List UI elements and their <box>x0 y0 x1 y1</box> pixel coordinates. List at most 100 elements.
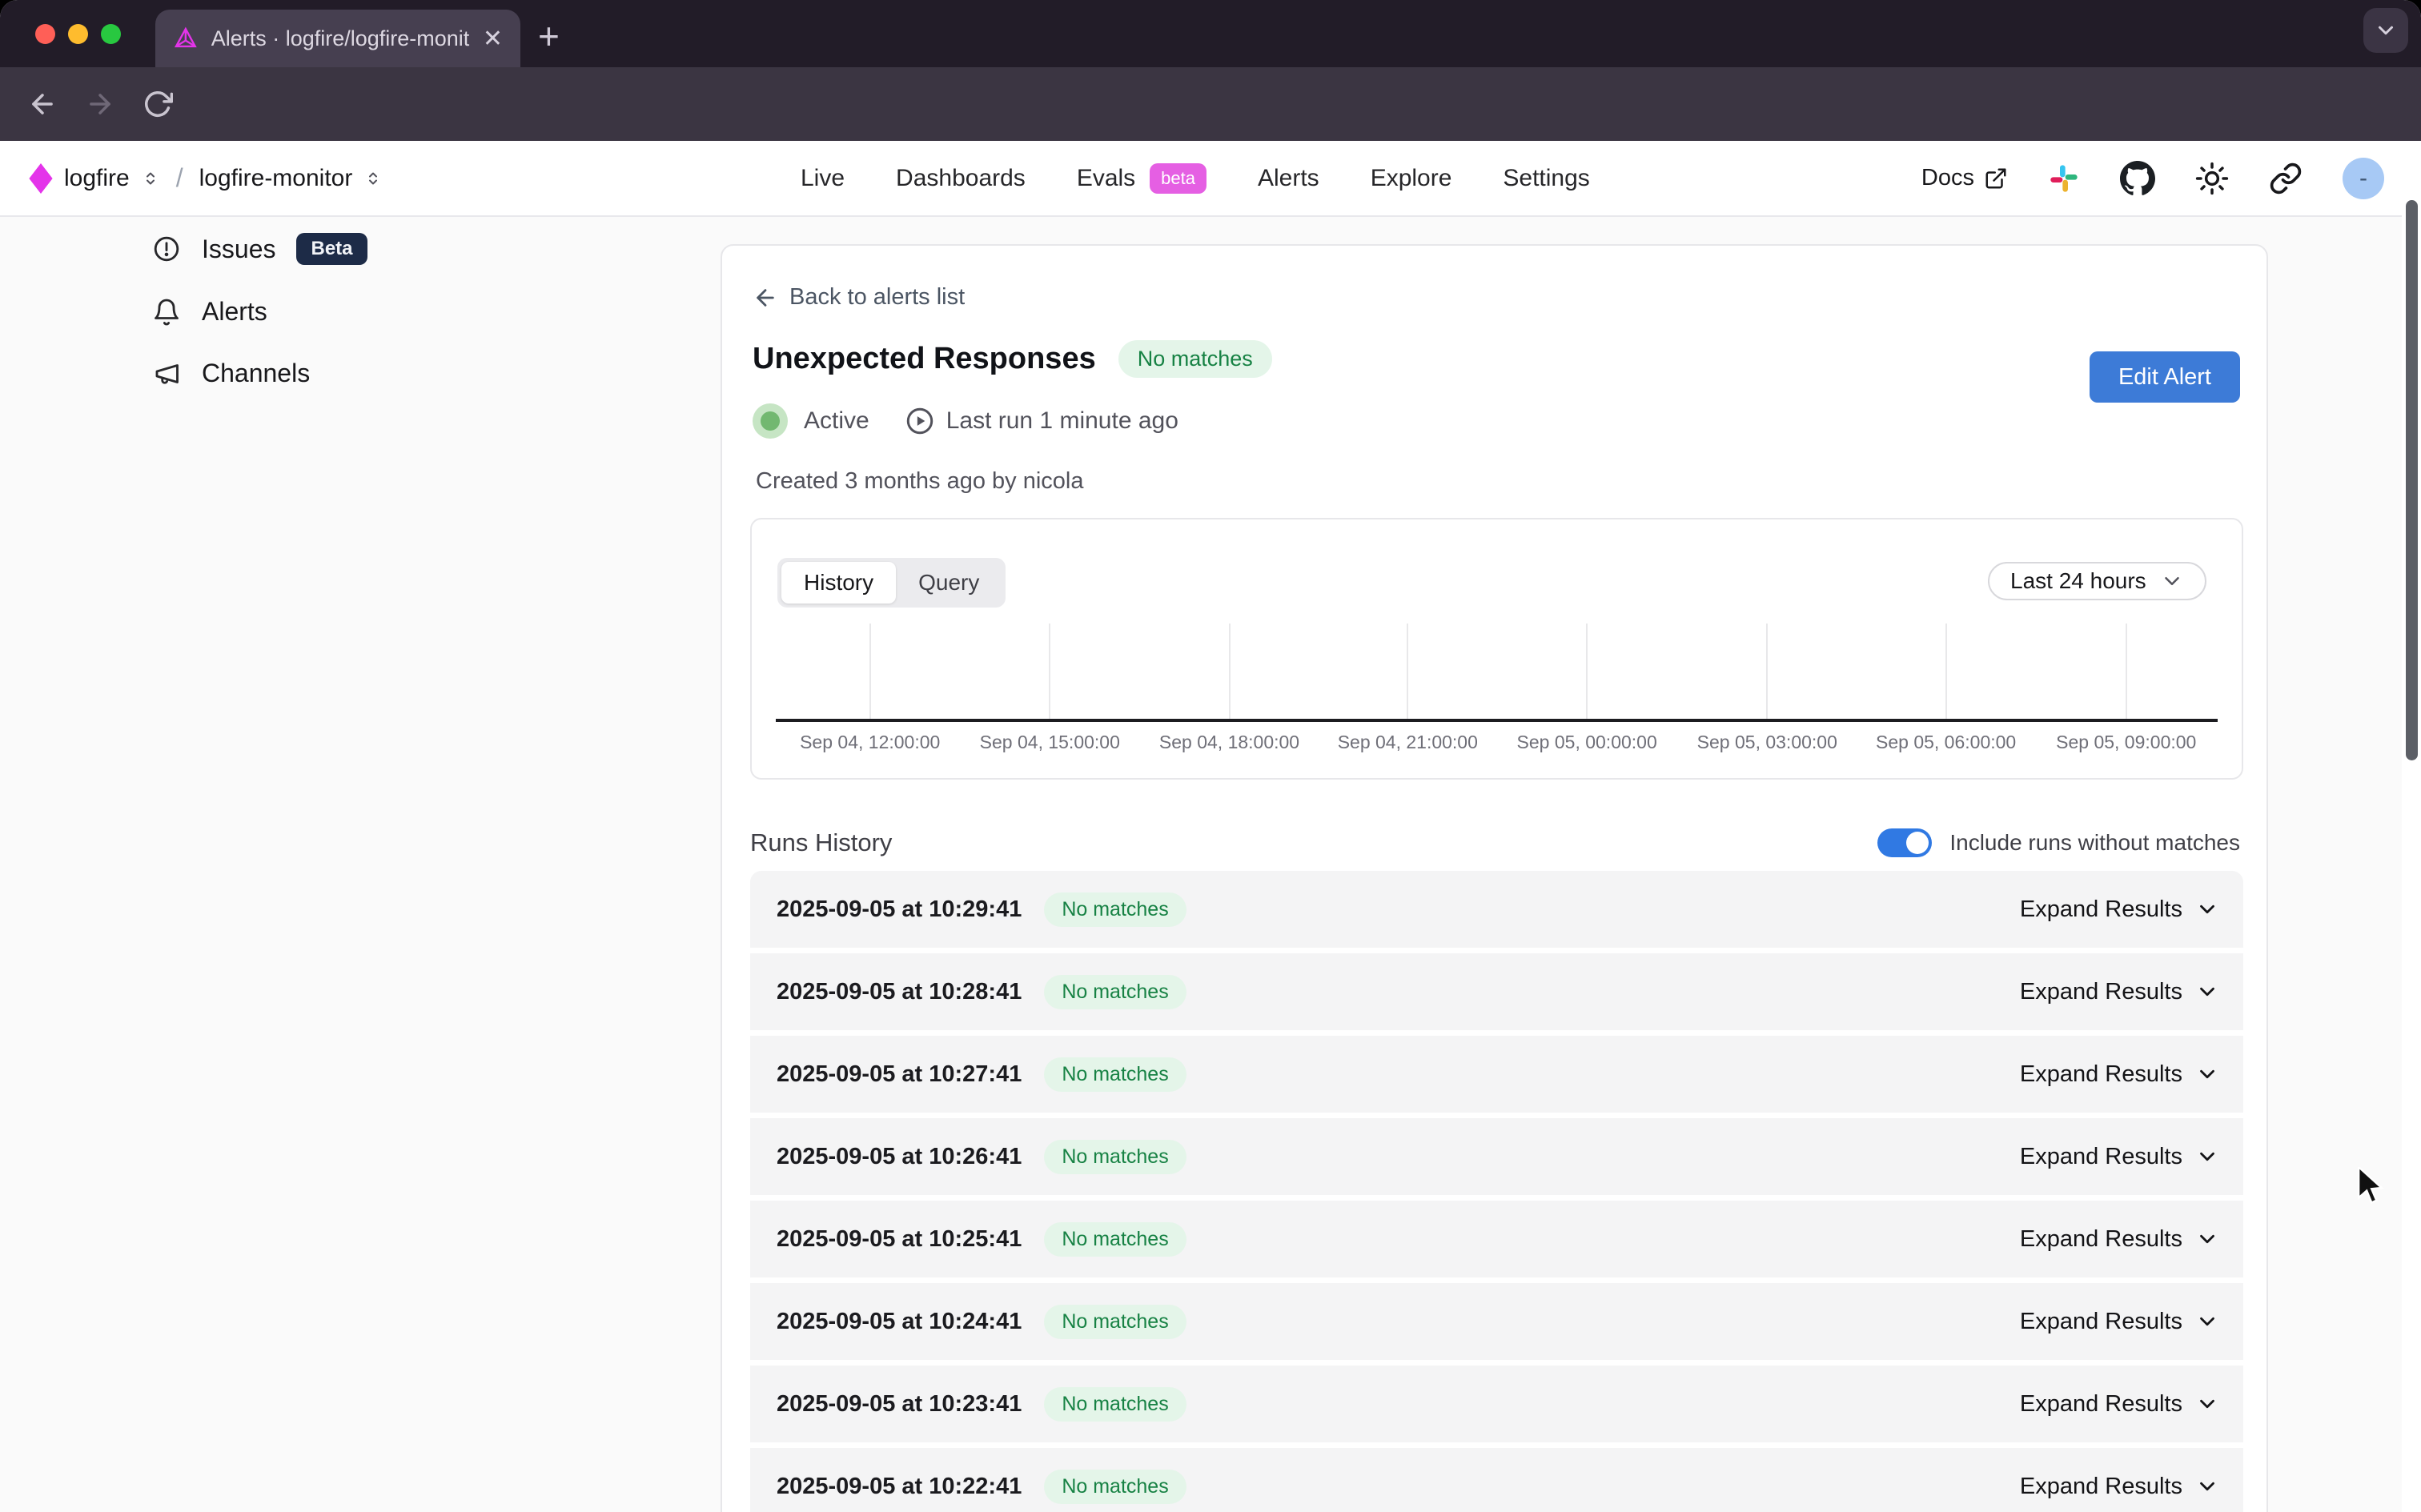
app-navbar: logfire / logfire-monitor Live Dashboard… <box>0 141 2421 217</box>
expand-results-button[interactable]: Expand Results <box>2020 1061 2219 1088</box>
arrow-left-icon <box>753 285 778 311</box>
chart-gridline <box>1586 624 1588 719</box>
run-no-matches-badge: No matches <box>1044 892 1186 927</box>
close-window-button[interactable] <box>35 24 55 44</box>
created-by-label: Created 3 months ago by nicola <box>756 468 1083 495</box>
chevron-down-icon <box>2160 569 2184 593</box>
run-no-matches-badge: No matches <box>1044 1222 1186 1257</box>
slack-icon[interactable] <box>2048 162 2080 195</box>
sidebar-item-label: Channels <box>202 359 310 388</box>
edit-alert-button[interactable]: Edit Alert <box>2090 351 2240 403</box>
play-circle-icon <box>905 406 935 436</box>
chart-tick-label: Sep 04, 15:00:00 <box>980 732 1120 753</box>
chart-tick-label: Sep 04, 21:00:00 <box>1338 732 1478 753</box>
last-run-label: Last run 1 minute ago <box>946 407 1178 435</box>
sidebar-item-alerts[interactable]: Alerts <box>0 281 721 343</box>
sidebar-item-channels[interactable]: Channels <box>0 343 721 404</box>
time-range-select[interactable]: Last 24 hours <box>1988 562 2206 600</box>
expand-results-button[interactable]: Expand Results <box>2020 979 2219 1005</box>
user-avatar[interactable]: - <box>2343 158 2384 199</box>
browser-window: Alerts · logfire/logfire-monitor ✕ + log… <box>0 0 2421 1512</box>
back-icon[interactable] <box>27 89 58 119</box>
chart-tick: Sep 05, 00:00:00 <box>1586 624 1588 719</box>
run-no-matches-badge: No matches <box>1044 1387 1186 1422</box>
back-to-alerts-link[interactable]: Back to alerts list <box>753 284 965 311</box>
chevron-down-icon <box>2195 1474 2219 1498</box>
chart-tick-label: Sep 05, 03:00:00 <box>1697 732 1837 753</box>
share-link-icon[interactable] <box>2269 162 2303 195</box>
forward-icon[interactable] <box>85 89 115 119</box>
include-runs-toggle[interactable] <box>1877 828 1932 857</box>
minimize-window-button[interactable] <box>68 24 88 44</box>
project-selector[interactable]: logfire-monitor <box>199 165 353 192</box>
chart-tick-label: Sep 04, 12:00:00 <box>800 732 940 753</box>
tab-close-icon[interactable]: ✕ <box>483 25 503 53</box>
docs-link[interactable]: Docs <box>1921 165 2008 191</box>
expand-results-button[interactable]: Expand Results <box>2020 1391 2219 1418</box>
issue-alert-icon <box>152 235 181 263</box>
new-tab-button[interactable]: + <box>538 18 560 54</box>
nav-link-alerts[interactable]: Alerts <box>1258 165 1319 192</box>
breadcrumb-separator: / <box>176 163 183 193</box>
run-no-matches-badge: No matches <box>1044 975 1186 1009</box>
toggle-knob <box>1906 832 1929 854</box>
run-timestamp: 2025-09-05 at 10:26:41 <box>777 1144 1022 1170</box>
chart-tick-label: Sep 04, 18:00:00 <box>1159 732 1299 753</box>
nav-link-settings[interactable]: Settings <box>1503 165 1589 192</box>
bell-icon <box>152 298 181 327</box>
window-controls <box>35 24 121 44</box>
nav-link-dashboards[interactable]: Dashboards <box>896 165 1026 192</box>
chevron-down-icon <box>2195 1145 2219 1169</box>
nav-links: Live Dashboards Evalsbeta Alerts Explore… <box>801 141 1590 215</box>
run-row: 2025-09-05 at 10:29:41 No matches Expand… <box>750 871 2243 948</box>
tab-query[interactable]: Query <box>896 562 1002 604</box>
history-chart: Sep 04, 12:00:00 Sep 04, 15:00:00 Sep 04… <box>776 624 2218 722</box>
selector-caret-icon[interactable] <box>141 167 160 190</box>
expand-results-button[interactable]: Expand Results <box>2020 1309 2219 1335</box>
chart-gridline <box>1049 624 1050 719</box>
run-row: 2025-09-05 at 10:27:41 No matches Expand… <box>750 1036 2243 1113</box>
nav-link-live[interactable]: Live <box>801 165 845 192</box>
browser-tab[interactable]: Alerts · logfire/logfire-monitor ✕ <box>155 10 520 67</box>
chart-tick-label: Sep 05, 06:00:00 <box>1876 732 2016 753</box>
chart-tick: Sep 05, 09:00:00 <box>2126 624 2127 719</box>
sidebar: Issues Beta Alerts Channels <box>0 217 721 404</box>
breadcrumb: logfire / logfire-monitor <box>29 141 383 215</box>
selector-caret-icon[interactable] <box>363 167 383 190</box>
run-timestamp: 2025-09-05 at 10:29:41 <box>777 896 1022 923</box>
page-scrollbar[interactable] <box>2402 141 2421 1512</box>
expand-results-button[interactable]: Expand Results <box>2020 896 2219 923</box>
expand-results-button[interactable]: Expand Results <box>2020 1144 2219 1170</box>
run-timestamp: 2025-09-05 at 10:23:41 <box>777 1391 1022 1418</box>
org-selector[interactable]: logfire <box>64 165 130 192</box>
tab-search-button[interactable] <box>2363 8 2408 53</box>
chevron-down-icon <box>2195 1309 2219 1334</box>
chart-tick-label: Sep 05, 09:00:00 <box>2056 732 2196 753</box>
run-no-matches-badge: No matches <box>1044 1057 1186 1092</box>
nav-link-evals[interactable]: Evalsbeta <box>1077 163 1206 194</box>
run-timestamp: 2025-09-05 at 10:22:41 <box>777 1474 1022 1500</box>
expand-results-button[interactable]: Expand Results <box>2020 1474 2219 1500</box>
chevron-down-icon <box>2195 980 2219 1004</box>
run-row: 2025-09-05 at 10:25:41 No matches Expand… <box>750 1201 2243 1277</box>
expand-results-button[interactable]: Expand Results <box>2020 1226 2219 1253</box>
reload-icon[interactable] <box>143 89 173 119</box>
run-row: 2025-09-05 at 10:28:41 No matches Expand… <box>750 953 2243 1030</box>
nav-link-explore[interactable]: Explore <box>1371 165 1452 192</box>
maximize-window-button[interactable] <box>101 24 121 44</box>
page-title: Unexpected Responses <box>753 342 1096 376</box>
tab-history[interactable]: History <box>781 562 896 604</box>
chart-tick: Sep 04, 18:00:00 <box>1229 624 1231 719</box>
run-row: 2025-09-05 at 10:24:41 No matches Expand… <box>750 1283 2243 1360</box>
chevron-down-icon <box>2195 1062 2219 1086</box>
chevron-down-icon <box>2195 1392 2219 1416</box>
alert-no-matches-badge: No matches <box>1118 340 1272 378</box>
theme-toggle-sun-icon[interactable] <box>2195 162 2229 195</box>
run-row: 2025-09-05 at 10:26:41 No matches Expand… <box>750 1118 2243 1195</box>
run-no-matches-badge: No matches <box>1044 1140 1186 1174</box>
megaphone-icon <box>152 359 181 388</box>
github-icon[interactable] <box>2120 161 2155 196</box>
sidebar-item-issues[interactable]: Issues Beta <box>0 217 721 281</box>
scrollbar-thumb[interactable] <box>2406 200 2418 760</box>
chart-gridline <box>1229 624 1231 719</box>
